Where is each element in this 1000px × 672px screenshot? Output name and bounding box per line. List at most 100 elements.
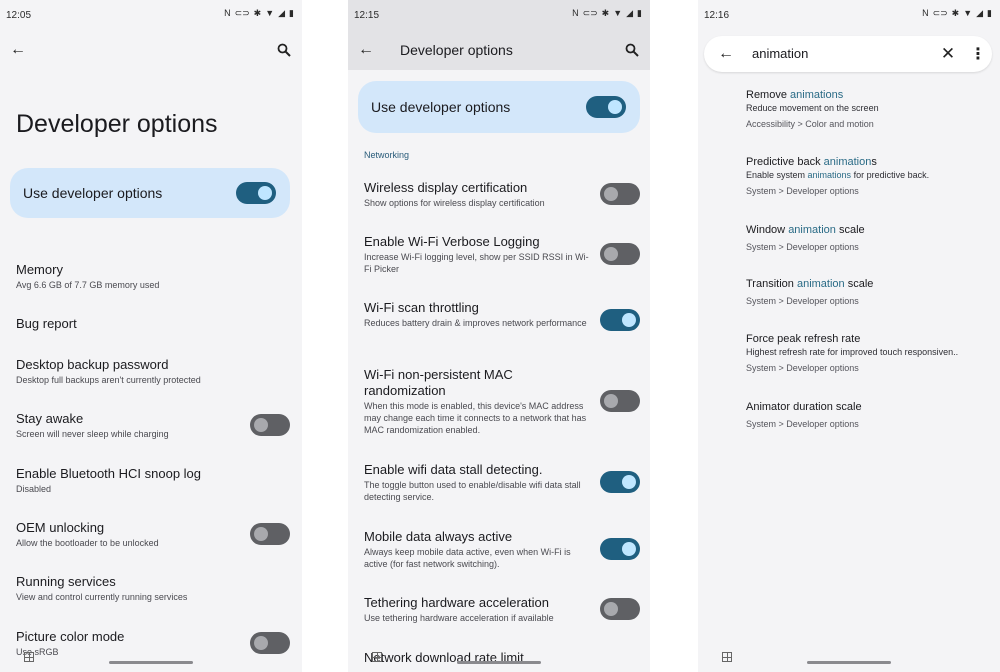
result-description: Reduce movement on the screen: [746, 103, 879, 113]
oem-unlocking-toggle[interactable]: [250, 523, 290, 545]
setting-title: Mobile data always active: [364, 529, 513, 544]
use-developer-options-card[interactable]: Use developer options: [10, 168, 290, 218]
wifi-icon: ▼: [613, 8, 623, 18]
search-icon[interactable]: [620, 38, 644, 62]
gesture-nav-handle[interactable]: [807, 661, 891, 664]
wifi-scan-throttling-toggle[interactable]: [600, 309, 640, 331]
developer-options-screen: 12:05 N ⊂⊃ ✱ ▼ ◢ ▮ ← Developer options U…: [0, 0, 302, 672]
wifi-verbose-logging-toggle[interactable]: [600, 243, 640, 265]
clear-icon[interactable]: ✕: [936, 42, 960, 66]
use-developer-options-toggle[interactable]: [586, 96, 626, 118]
setting-row-bug-report[interactable]: Bug report: [16, 316, 242, 332]
link-icon: ⊂⊃: [234, 8, 250, 18]
status-time: 12:05: [6, 10, 32, 21]
status-bar: 12:15 N ⊂⊃ ✱ ▼ ◢ ▮: [348, 8, 650, 24]
setting-title: Memory: [16, 262, 63, 277]
setting-subtitle: Use tethering hardware acceleration if a…: [364, 613, 554, 623]
setting-row-picture-color-mode[interactable]: Picture color mode Use sRGB: [16, 629, 242, 658]
battery-icon: ▮: [637, 8, 642, 18]
result-description: Highest refresh rate for improved touch …: [746, 347, 959, 357]
search-result-force-peak-refresh-rate[interactable]: Force peak refresh rate Highest refresh …: [746, 332, 992, 374]
status-bar: 12:05 N ⊂⊃ ✱ ▼ ◢ ▮: [0, 8, 302, 24]
setting-title: Stay awake: [16, 411, 84, 426]
setting-subtitle: Reduces battery drain & improves network…: [364, 318, 587, 328]
setting-row-wifi-verbose-logging[interactable]: Enable Wi-Fi Verbose Logging Increase Wi…: [364, 234, 590, 275]
stay-awake-toggle[interactable]: [250, 414, 290, 436]
setting-title: Tethering hardware acceleration: [364, 595, 549, 610]
toggle-knob: [622, 313, 636, 327]
wireless-display-certification-toggle[interactable]: [600, 183, 640, 205]
toggle-knob: [622, 475, 636, 489]
toggle-knob: [604, 187, 618, 201]
setting-subtitle: Always keep mobile data active, even whe…: [364, 547, 571, 569]
result-title: Remove animations: [746, 89, 844, 101]
signal-icon: ◢: [626, 8, 634, 18]
toggle-knob: [604, 602, 618, 616]
back-arrow-icon[interactable]: ←: [6, 38, 30, 62]
tethering-hw-acceleration-toggle[interactable]: [600, 598, 640, 620]
wifi-icon: ▼: [265, 8, 275, 18]
battery-icon: ▮: [289, 8, 294, 18]
gesture-nav-handle[interactable]: [109, 661, 193, 664]
toggle-knob: [258, 186, 272, 200]
setting-title: Wireless display certification: [364, 180, 528, 195]
search-result-window-animation-scale[interactable]: Window animation scale System > Develope…: [746, 223, 992, 253]
search-result-animator-duration-scale[interactable]: Animator duration scale System > Develop…: [746, 400, 992, 430]
setting-row-wireless-display-certification[interactable]: Wireless display certification Show opti…: [364, 180, 590, 209]
setting-subtitle: View and control currently running servi…: [16, 592, 188, 602]
status-time: 12:16: [704, 10, 730, 21]
link-icon: ⊂⊃: [582, 8, 598, 18]
search-result-remove-animations[interactable]: Remove animations Reduce movement on the…: [746, 88, 992, 130]
setting-row-tethering-hw-acceleration[interactable]: Tethering hardware acceleration Use teth…: [364, 595, 590, 624]
developer-options-networking-screen: 12:15 N ⊂⊃ ✱ ▼ ◢ ▮ ← Developer options U…: [348, 0, 650, 672]
result-description: Enable system animations for predictive …: [746, 170, 930, 180]
setting-row-wifi-data-stall[interactable]: Enable wifi data stall detecting. The to…: [364, 462, 590, 503]
setting-row-stay-awake[interactable]: Stay awake Screen will never sleep while…: [16, 411, 242, 440]
page-title: Developer options: [400, 42, 513, 58]
setting-subtitle: Show options for wireless display certif…: [364, 198, 545, 208]
mobile-data-always-active-toggle[interactable]: [600, 538, 640, 560]
setting-row-memory[interactable]: Memory Avg 6.6 GB of 7.7 GB memory used: [16, 262, 242, 291]
back-arrow-icon[interactable]: ←: [714, 42, 738, 66]
setting-row-running-services[interactable]: Running services View and control curren…: [16, 574, 242, 603]
status-time: 12:15: [354, 10, 380, 21]
use-developer-options-toggle[interactable]: [236, 182, 276, 204]
back-arrow-icon[interactable]: ←: [354, 38, 378, 62]
gesture-nav-handle[interactable]: [457, 661, 541, 664]
setting-title: OEM unlocking: [16, 520, 105, 535]
picture-color-mode-toggle[interactable]: [250, 632, 290, 654]
master-switch-label: Use developer options: [371, 99, 511, 115]
status-icons: N ⊂⊃ ✱ ▼ ◢ ▮: [224, 9, 294, 18]
setting-subtitle: Avg 6.6 GB of 7.7 GB memory used: [16, 280, 160, 290]
search-result-transition-animation-scale[interactable]: Transition animation scale System > Deve…: [746, 277, 992, 307]
setting-row-wifi-scan-throttling[interactable]: Wi-Fi scan throttling Reduces battery dr…: [364, 300, 590, 329]
search-input[interactable]: animation: [752, 46, 808, 61]
status-icons: N ⊂⊃ ✱ ▼ ◢ ▮: [572, 9, 642, 18]
keyboard-grid-icon[interactable]: [24, 652, 34, 662]
result-title: Force peak refresh rate: [746, 333, 861, 345]
nfc-icon: N: [224, 8, 231, 18]
keyboard-grid-icon[interactable]: [722, 652, 732, 662]
result-path: System > Developer options: [746, 363, 859, 373]
more-options-icon[interactable]: ⋮: [966, 42, 990, 66]
search-bar[interactable]: ← animation ✕ ⋮: [704, 36, 992, 72]
setting-subtitle: Allow the bootloader to be unlocked: [16, 538, 159, 548]
setting-row-mobile-data-always-active[interactable]: Mobile data always active Always keep mo…: [364, 529, 590, 570]
setting-row-bluetooth-hci-snoop[interactable]: Enable Bluetooth HCI snoop log Disabled: [16, 466, 242, 495]
nfc-icon: N: [922, 8, 929, 18]
wifi-mac-randomization-toggle[interactable]: [600, 390, 640, 412]
setting-subtitle: Screen will never sleep while charging: [16, 429, 169, 439]
setting-title: Enable Wi-Fi Verbose Logging: [364, 234, 540, 249]
setting-title: Running services: [16, 574, 116, 589]
keyboard-grid-icon[interactable]: [372, 652, 382, 662]
setting-subtitle: When this mode is enabled, this device's…: [364, 401, 587, 435]
setting-row-wifi-mac-randomization[interactable]: Wi-Fi non-persistent MAC randomization W…: [364, 367, 590, 436]
wifi-data-stall-toggle[interactable]: [600, 471, 640, 493]
setting-row-desktop-backup-password[interactable]: Desktop backup password Desktop full bac…: [16, 357, 242, 386]
search-icon[interactable]: [272, 38, 296, 62]
setting-subtitle: Use sRGB: [16, 647, 59, 657]
search-result-predictive-back[interactable]: Predictive back animations Enable system…: [746, 155, 992, 197]
setting-title: Picture color mode: [16, 629, 125, 644]
setting-row-oem-unlocking[interactable]: OEM unlocking Allow the bootloader to be…: [16, 520, 242, 549]
use-developer-options-card[interactable]: Use developer options: [358, 81, 640, 133]
